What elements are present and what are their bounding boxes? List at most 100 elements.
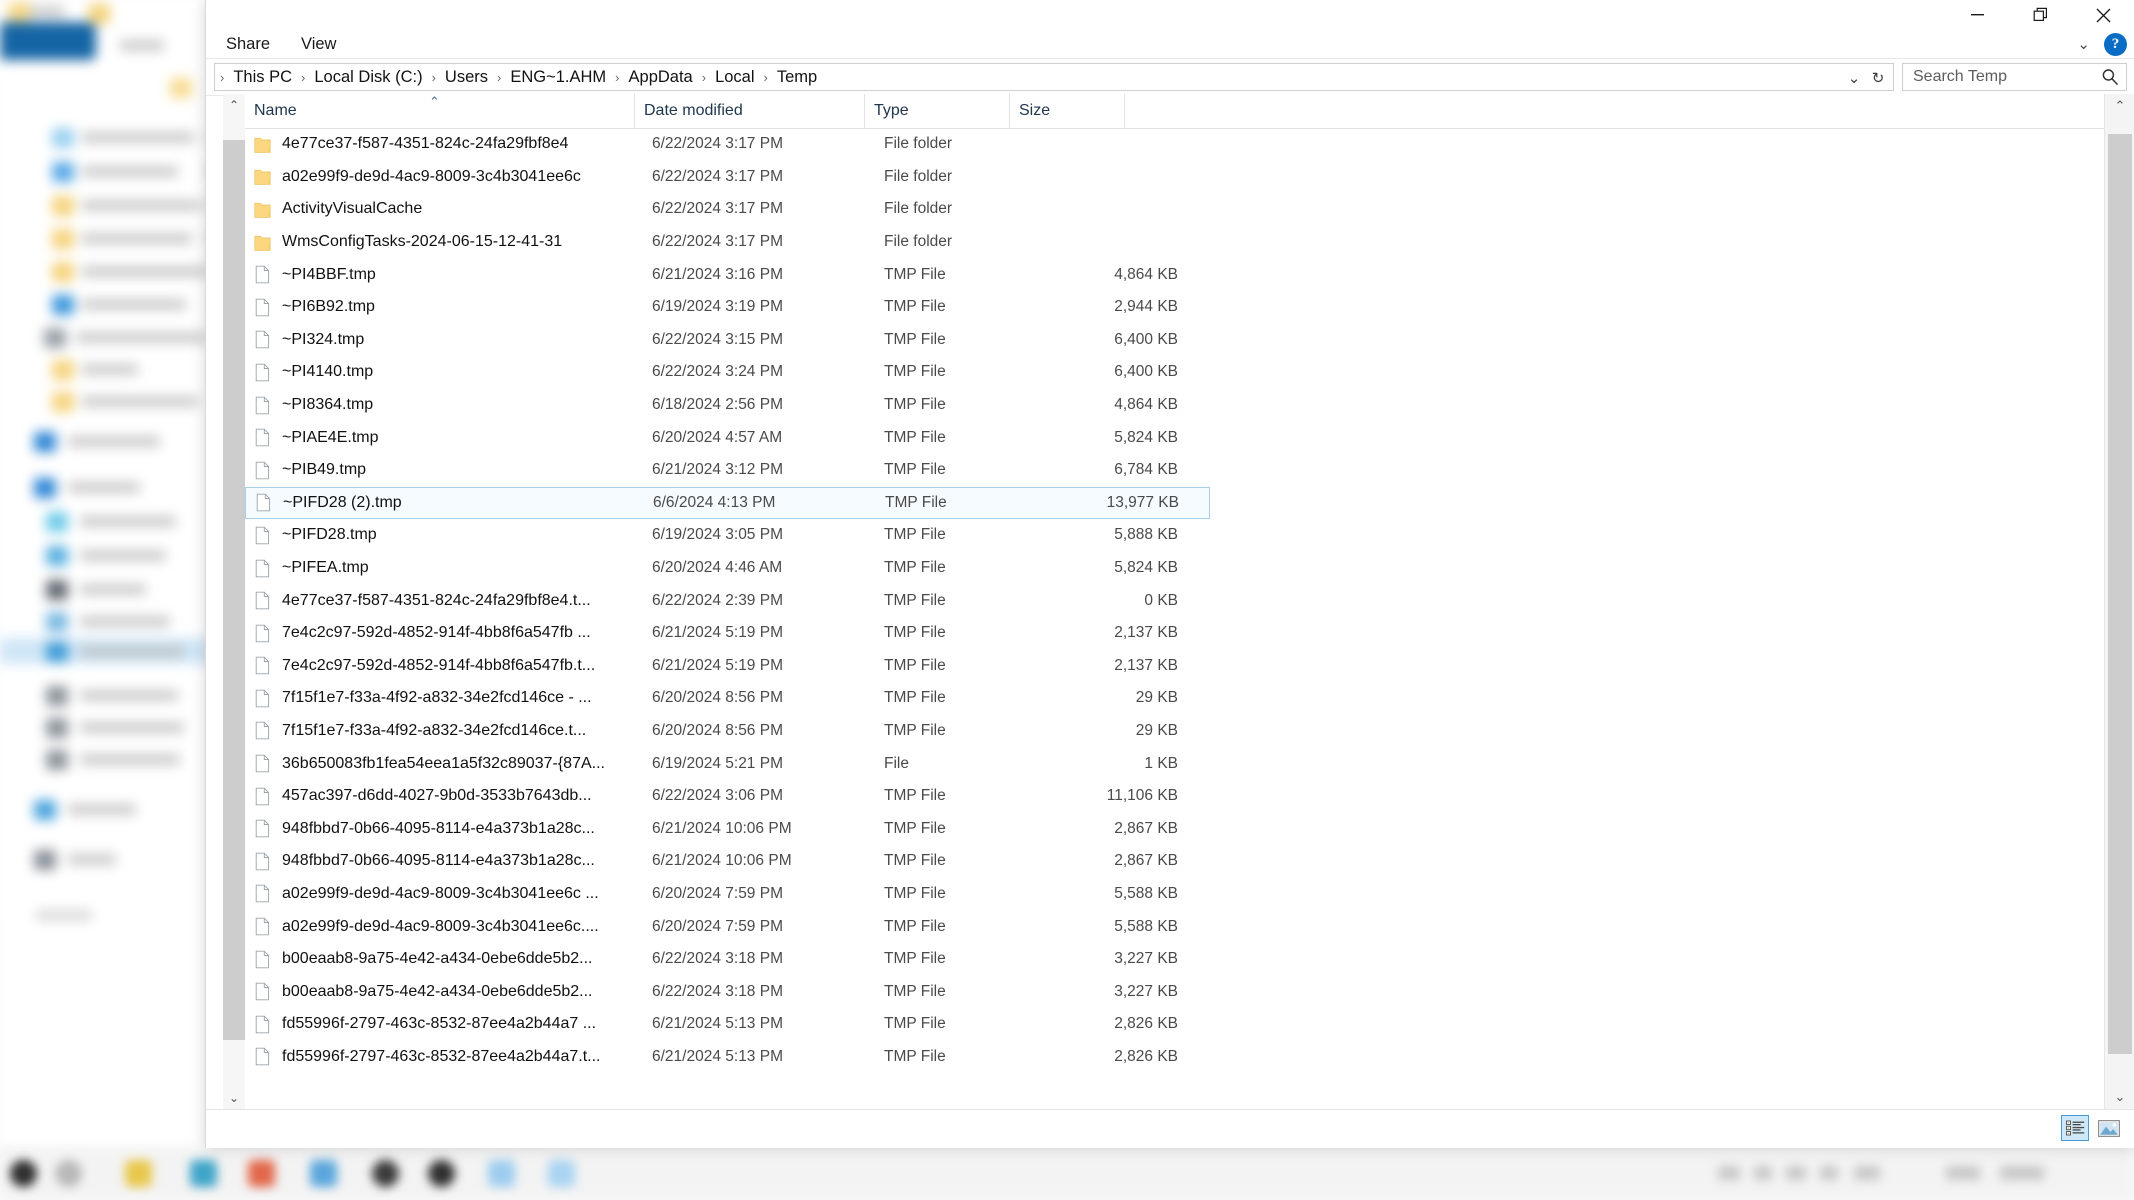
table-row[interactable]: 4e77ce37-f587-4351-824c-24fa29fbf8e4.t..… [245, 584, 2105, 617]
table-row[interactable]: ~PIAE4E.tmp 6/20/2024 4:57 AM TMP File 5,82… [245, 421, 2105, 454]
table-row[interactable]: ~PIFD28.tmp 6/19/2024 3:05 PM TMP File 5,88… [245, 519, 2105, 552]
restore-button[interactable] [2009, 0, 2072, 30]
table-row[interactable]: b00eaab8-9a75-4e42-a434-0ebe6dde5b2... 6/… [245, 975, 2105, 1008]
breadcrumb-local[interactable]: Local [707, 66, 762, 89]
breadcrumb-user-folder[interactable]: ENG~1.AHM [502, 66, 614, 89]
cell-date-modified: 6/22/2024 3:18 PM [652, 982, 783, 1000]
navigation-pane-scrollbar[interactable]: ⌃ ⌄ [223, 94, 246, 1109]
tab-share[interactable]: Share [216, 33, 280, 56]
cell-date-modified: 6/21/2024 5:13 PM [652, 1047, 783, 1065]
table-row[interactable]: ~PI8364.tmp 6/18/2024 2:56 PM TMP File 4,86… [245, 389, 2105, 422]
breadcrumb-appdata[interactable]: AppData [621, 66, 701, 89]
table-row-selected[interactable]: ~PIFD28 (2).tmp 6/6/2024 4:13 PM TMP File 1… [245, 486, 1210, 520]
file-icon [255, 754, 270, 773]
cell-name: 7e4c2c97-592d-4852-914f-4bb8f6a547fb.t..… [254, 656, 639, 675]
table-row[interactable]: ~PI4140.tmp 6/22/2024 3:24 PM TMP File 6,40… [245, 356, 2105, 389]
cell-name: 4e77ce37-f587-4351-824c-24fa29fbf8e4.t..… [254, 591, 639, 610]
cell-size: 11,106 KB [1106, 787, 1178, 805]
search-input[interactable]: Search Temp [1913, 68, 2100, 86]
scroll-up-icon[interactable]: ⌃ [2105, 94, 2134, 118]
help-icon[interactable]: ? [2104, 32, 2127, 56]
file-icon [255, 722, 270, 740]
minimize-button[interactable] [1946, 0, 2009, 30]
details-view-button[interactable] [2061, 1115, 2089, 1141]
table-row[interactable]: 7e4c2c97-592d-4852-914f-4bb8f6a547fb ...… [245, 617, 2105, 650]
cell-date-modified: 6/22/2024 3:15 PM [652, 330, 783, 348]
table-row[interactable]: 457ac397-d6dd-4027-9b0d-3533b7643db... 6/… [245, 780, 2105, 813]
column-header-name[interactable]: Name [245, 94, 635, 128]
chevron-down-icon[interactable]: ⌄ [2077, 37, 2090, 52]
file-name: 36b650083fb1fea54eea1a5f32c89037-{87A... [282, 754, 605, 772]
file-icon [255, 917, 270, 936]
breadcrumb-users[interactable]: Users [437, 66, 496, 89]
nav-scroll-up-icon[interactable]: ⌃ [223, 94, 245, 116]
table-row[interactable]: 7f15f1e7-f33a-4f92-a832-34e2fcd146ce.t..… [245, 715, 2105, 748]
cell-date-modified: 6/22/2024 3:18 PM [652, 950, 783, 968]
cell-date-modified: 6/22/2024 2:39 PM [652, 591, 783, 609]
column-header-date-modified[interactable]: Date modified [635, 94, 865, 128]
folder-icon [254, 235, 271, 251]
scroll-down-icon[interactable]: ⌄ [2105, 1085, 2134, 1109]
nav-scroll-thumb[interactable] [223, 140, 245, 1040]
cell-type: TMP File [884, 624, 946, 642]
cell-type: TMP File [884, 819, 946, 837]
table-row[interactable]: fd55996f-2797-463c-8532-87ee4a2b44a7 ...… [245, 1008, 2105, 1041]
table-row[interactable]: ~PI6B92.tmp 6/19/2024 3:19 PM TMP File 2,94… [245, 291, 2105, 324]
cell-type: File folder [884, 135, 953, 153]
breadcrumb-this-pc[interactable]: This PC [225, 66, 300, 89]
background-window-navigation-pane [0, 0, 212, 1145]
file-name: ~PIFEA.tmp [282, 559, 369, 577]
file-icon [255, 363, 270, 382]
table-row[interactable]: 948fbbd7-0b66-4095-8114-e4a373b1a28c... 6… [245, 845, 2105, 878]
ribbon-right-controls: ⌄ ? [2077, 30, 2127, 58]
cell-size: 4,864 KB [1114, 265, 1178, 283]
tab-view[interactable]: View [291, 33, 346, 56]
cell-name: ~PIAE4E.tmp [254, 428, 639, 447]
file-icon [255, 559, 270, 577]
cell-date-modified: 6/22/2024 3:17 PM [652, 167, 783, 185]
cell-size: 6,400 KB [1114, 330, 1178, 348]
view-mode-buttons [2061, 1115, 2123, 1141]
table-row[interactable]: 36b650083fb1fea54eea1a5f32c89037-{87A...… [245, 747, 2105, 780]
cell-type: TMP File [884, 396, 946, 414]
table-row[interactable]: ~PIB49.tmp 6/21/2024 3:12 PM TMP File 6,784… [245, 454, 2105, 487]
scroll-thumb[interactable] [2108, 134, 2132, 1054]
cell-date-modified: 6/20/2024 8:56 PM [652, 721, 783, 739]
table-row[interactable]: WmsConfigTasks-2024-06-15-12-41-31 6/22/2… [245, 226, 2105, 259]
column-header-size[interactable]: Size [1010, 94, 1125, 128]
file-list-scrollbar[interactable]: ⌃ ⌄ [2104, 94, 2134, 1109]
refresh-icon[interactable]: ↻ [1867, 65, 1889, 91]
breadcrumb-local-disk-c[interactable]: Local Disk (C:) [306, 66, 430, 89]
table-row[interactable]: 7e4c2c97-592d-4852-914f-4bb8f6a547fb.t..… [245, 650, 2105, 683]
address-dropdown-icon[interactable]: ⌄ [1843, 65, 1865, 91]
cell-type: TMP File [884, 884, 946, 902]
cell-name: b00eaab8-9a75-4e42-a434-0ebe6dde5b2... [254, 982, 639, 1001]
table-row[interactable]: ~PIFEA.tmp 6/20/2024 4:46 AM TMP File 5,824… [245, 552, 2105, 585]
table-row[interactable]: ~PI324.tmp 6/22/2024 3:15 PM TMP File 6,400… [245, 324, 2105, 357]
close-button[interactable] [2072, 0, 2134, 30]
table-row[interactable]: a02e99f9-de9d-4ac9-8009-3c4b3041ee6c 6/22… [245, 161, 2105, 194]
table-row[interactable]: ActivityVisualCache 6/22/2024 3:17 PM File… [245, 193, 2105, 226]
file-name: 7f15f1e7-f33a-4f92-a832-34e2fcd146ce - .… [282, 689, 592, 707]
table-row[interactable]: 4e77ce37-f587-4351-824c-24fa29fbf8e4 6/22… [245, 128, 2105, 161]
search-box[interactable]: Search Temp [1902, 63, 2127, 91]
column-header-type[interactable]: Type [865, 94, 1010, 128]
table-row[interactable]: ~PI4BBF.tmp 6/21/2024 3:16 PM TMP File 4,86… [245, 258, 2105, 291]
file-name: ~PI6B92.tmp [282, 298, 375, 316]
table-row[interactable]: a02e99f9-de9d-4ac9-8009-3c4b3041ee6c....… [245, 910, 2105, 943]
table-row[interactable]: fd55996f-2797-463c-8532-87ee4a2b44a7.t..… [245, 1041, 2105, 1074]
table-row[interactable]: b00eaab8-9a75-4e42-a434-0ebe6dde5b2... 6/… [245, 943, 2105, 976]
file-name: 948fbbd7-0b66-4095-8114-e4a373b1a28c... [282, 819, 595, 837]
large-icons-view-button[interactable] [2095, 1115, 2123, 1141]
file-name: a02e99f9-de9d-4ac9-8009-3c4b3041ee6c [282, 167, 581, 185]
cell-name: ~PIFEA.tmp [254, 559, 639, 578]
nav-scroll-down-icon[interactable]: ⌄ [223, 1087, 245, 1109]
breadcrumb-temp[interactable]: Temp [769, 66, 825, 89]
folder-icon [254, 202, 271, 218]
table-row[interactable]: 7f15f1e7-f33a-4f92-a832-34e2fcd146ce - .… [245, 682, 2105, 715]
table-row[interactable]: 948fbbd7-0b66-4095-8114-e4a373b1a28c... 6… [245, 812, 2105, 845]
cell-type: TMP File [884, 330, 946, 348]
cell-name: fd55996f-2797-463c-8532-87ee4a2b44a7 ... [254, 1015, 639, 1034]
address-bar[interactable]: › This PC › Local Disk (C:) › Users › EN… [214, 63, 1894, 91]
table-row[interactable]: a02e99f9-de9d-4ac9-8009-3c4b3041ee6c ...… [245, 878, 2105, 911]
